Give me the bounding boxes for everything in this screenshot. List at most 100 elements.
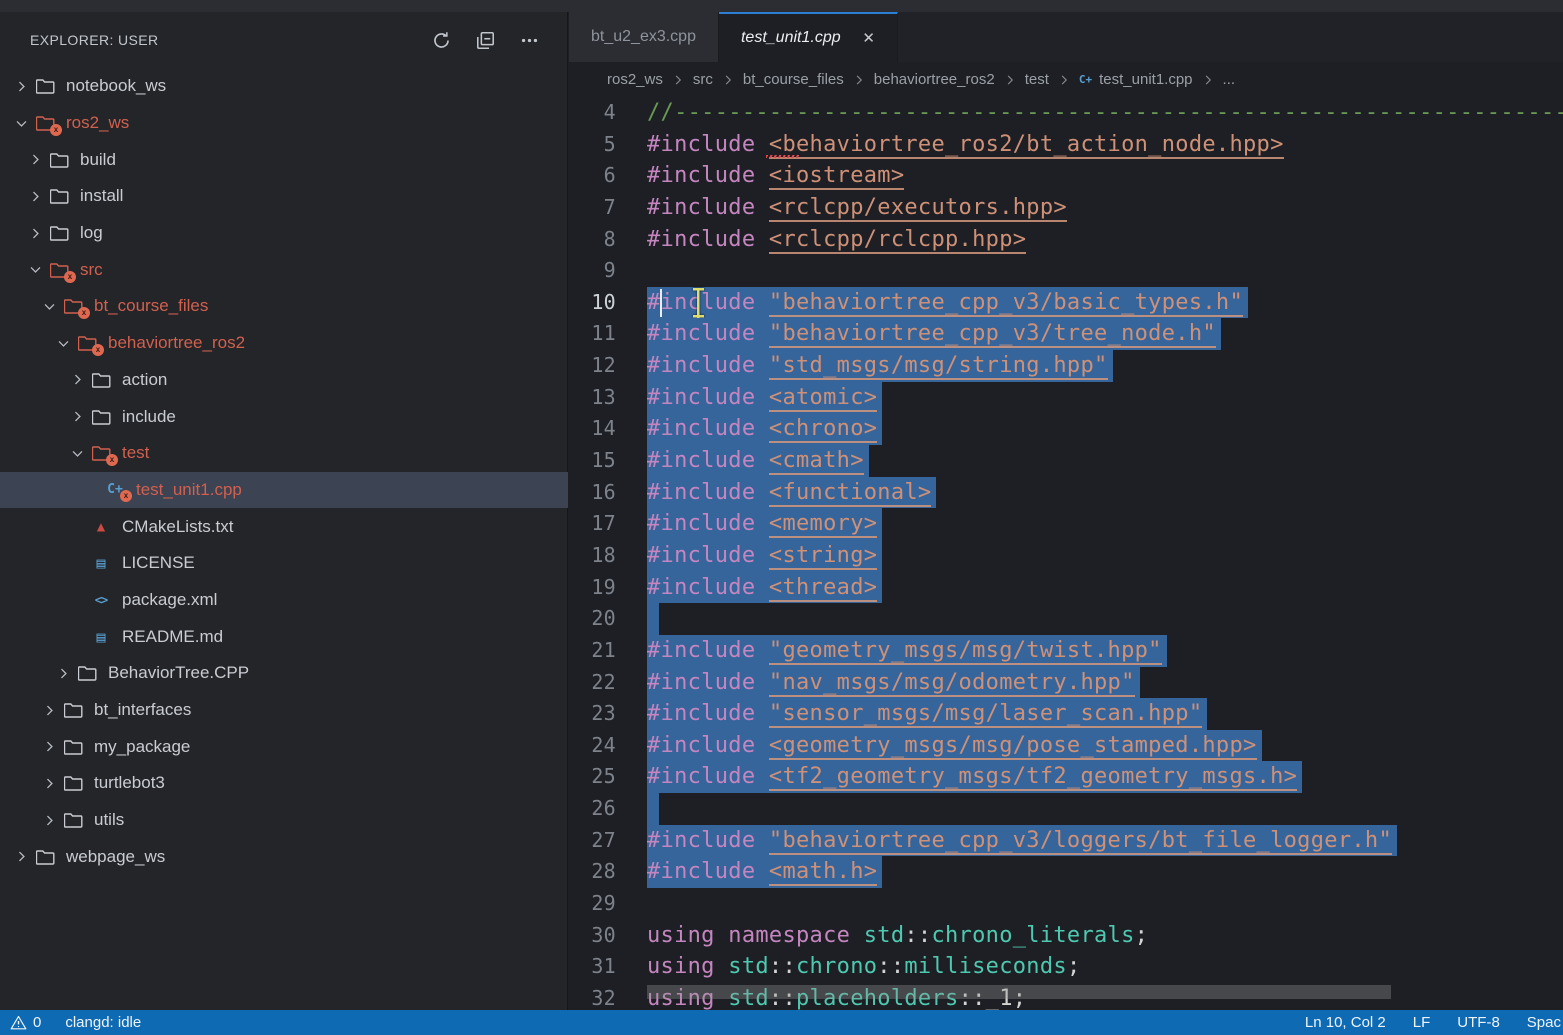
status-item-lf[interactable]: LF (1413, 1014, 1431, 1031)
line-number[interactable]: 5 (569, 129, 647, 161)
tree-folder-include[interactable]: include (0, 398, 568, 435)
code-line-16[interactable]: 16#include <functional> (569, 477, 1563, 509)
chevron-right-icon[interactable] (38, 740, 60, 753)
tree-folder-webpage_ws[interactable]: webpage_ws (0, 838, 568, 875)
refresh-icon[interactable] (429, 28, 453, 52)
status-item-ln-10-col-2[interactable]: Ln 10, Col 2 (1305, 1014, 1386, 1031)
breadcrumb-item-behaviortree_ros2[interactable]: behaviortree_ros2 (874, 71, 995, 88)
breadcrumb-item-...[interactable]: ... (1223, 71, 1236, 88)
code-line-6[interactable]: 6#include <iostream> (569, 160, 1563, 192)
collapse-all-icon[interactable] (473, 28, 497, 52)
tree-folder-log[interactable]: log (0, 215, 568, 252)
code-line-21[interactable]: 21#include "geometry_msgs/msg/twist.hpp" (569, 635, 1563, 667)
code-line-19[interactable]: 19#include <thread> (569, 572, 1563, 604)
breadcrumb-item-ros2_ws[interactable]: ros2_ws (607, 71, 663, 88)
line-number[interactable]: 11 (569, 318, 647, 350)
line-number[interactable]: 10 (569, 287, 647, 319)
line-number[interactable]: 6 (569, 160, 647, 192)
tree-folder-notebook_ws[interactable]: notebook_ws (0, 68, 568, 105)
chevron-right-icon[interactable] (38, 777, 60, 790)
tree-file-test_unit1.cpp[interactable]: C+xtest_unit1.cpp (0, 472, 568, 509)
chevron-right-icon[interactable] (10, 850, 32, 863)
line-number[interactable]: 32 (569, 983, 647, 1010)
tree-folder-utils[interactable]: utils (0, 802, 568, 839)
tree-folder-src[interactable]: xsrc (0, 251, 568, 288)
chevron-down-icon[interactable] (10, 117, 32, 130)
tree-folder-BehaviorTree.CPP[interactable]: BehaviorTree.CPP (0, 655, 568, 692)
tab-test_unit1.cpp[interactable]: test_unit1.cpp✕ (719, 12, 898, 62)
line-number[interactable]: 21 (569, 635, 647, 667)
line-number[interactable]: 19 (569, 572, 647, 604)
line-number[interactable]: 26 (569, 793, 647, 825)
code-line-12[interactable]: 12#include "std_msgs/msg/string.hpp" (569, 350, 1563, 382)
chevron-down-icon[interactable] (38, 300, 60, 313)
code-line-18[interactable]: 18#include <string> (569, 540, 1563, 572)
line-number[interactable]: 8 (569, 224, 647, 256)
code-line-26[interactable]: 26 (569, 793, 1563, 825)
line-number[interactable]: 18 (569, 540, 647, 572)
status-item-spac[interactable]: Spac (1527, 1014, 1561, 1031)
status-item-utf-8[interactable]: UTF-8 (1457, 1014, 1500, 1031)
tree-folder-build[interactable]: build (0, 141, 568, 178)
line-number[interactable]: 9 (569, 255, 647, 287)
line-number[interactable]: 12 (569, 350, 647, 382)
chevron-down-icon[interactable] (52, 337, 74, 350)
tree-folder-my_package[interactable]: my_package (0, 728, 568, 765)
line-number[interactable]: 17 (569, 508, 647, 540)
tree-folder-turtlebot3[interactable]: turtlebot3 (0, 765, 568, 802)
line-number[interactable]: 4 (569, 97, 647, 129)
line-number[interactable]: 25 (569, 761, 647, 793)
code-line-20[interactable]: 20 (569, 603, 1563, 635)
code-line-25[interactable]: 25#include <tf2_geometry_msgs/tf2_geomet… (569, 761, 1563, 793)
code-line-30[interactable]: 30using namespace std::chrono_literals; (569, 920, 1563, 952)
code-line-15[interactable]: 15#include <cmath> (569, 445, 1563, 477)
line-number[interactable]: 14 (569, 413, 647, 445)
code-line-31[interactable]: 31using std::chrono::milliseconds; (569, 951, 1563, 983)
problems-indicator[interactable]: 0 (10, 1014, 41, 1031)
tree-folder-ros2_ws[interactable]: xros2_ws (0, 105, 568, 142)
horizontal-scrollbar[interactable] (647, 985, 1391, 999)
tree-folder-install[interactable]: install (0, 178, 568, 215)
tree-folder-test[interactable]: xtest (0, 435, 568, 472)
breadcrumb-item-test[interactable]: test (1025, 71, 1049, 88)
line-number[interactable]: 29 (569, 888, 647, 920)
code-line-13[interactable]: 13#include <atomic> (569, 382, 1563, 414)
chevron-right-icon[interactable] (66, 373, 88, 386)
tree-file-LICENSE[interactable]: ▤LICENSE (0, 545, 568, 582)
tab-bt_u2_ex3.cpp[interactable]: bt_u2_ex3.cpp (569, 12, 719, 62)
line-number[interactable]: 15 (569, 445, 647, 477)
tree-folder-action[interactable]: action (0, 362, 568, 399)
chevron-right-icon[interactable] (10, 80, 32, 93)
chevron-down-icon[interactable] (66, 447, 88, 460)
code-line-29[interactable]: 29 (569, 888, 1563, 920)
breadcrumb-item-src[interactable]: src (693, 71, 713, 88)
line-number[interactable]: 23 (569, 698, 647, 730)
line-number[interactable]: 22 (569, 667, 647, 699)
tree-file-README.md[interactable]: ▤README.md (0, 618, 568, 655)
chevron-right-icon[interactable] (66, 410, 88, 423)
tree-folder-behaviortree_ros2[interactable]: xbehaviortree_ros2 (0, 325, 568, 362)
code-line-11[interactable]: 11#include "behaviortree_cpp_v3/tree_nod… (569, 318, 1563, 350)
code-line-5[interactable]: 5#include <behaviortree_ros2/bt_action_n… (569, 129, 1563, 161)
chevron-right-icon[interactable] (24, 227, 46, 240)
code-line-4[interactable]: 4//-------------------------------------… (569, 97, 1563, 129)
code-line-9[interactable]: 9 (569, 255, 1563, 287)
close-icon[interactable]: ✕ (859, 28, 879, 48)
code-line-28[interactable]: 28#include <math.h> (569, 856, 1563, 888)
chevron-right-icon[interactable] (52, 667, 74, 680)
line-number[interactable]: 7 (569, 192, 647, 224)
line-number[interactable]: 20 (569, 603, 647, 635)
tree-file-package.xml[interactable]: <>package.xml (0, 582, 568, 619)
code-line-7[interactable]: 7#include <rclcpp/executors.hpp> (569, 192, 1563, 224)
line-number[interactable]: 31 (569, 951, 647, 983)
code-line-27[interactable]: 27#include "behaviortree_cpp_v3/loggers/… (569, 825, 1563, 857)
code-line-8[interactable]: 8#include <rclcpp/rclcpp.hpp> (569, 224, 1563, 256)
breadcrumb-item-bt_course_files[interactable]: bt_course_files (743, 71, 844, 88)
line-number[interactable]: 28 (569, 856, 647, 888)
clangd-status[interactable]: clangd: idle (65, 1014, 141, 1031)
tree-file-CMakeLists.txt[interactable]: ▲CMakeLists.txt (0, 508, 568, 545)
code-editor[interactable]: 4//-------------------------------------… (569, 97, 1563, 1010)
line-number[interactable]: 13 (569, 382, 647, 414)
line-number[interactable]: 16 (569, 477, 647, 509)
code-line-17[interactable]: 17#include <memory> (569, 508, 1563, 540)
